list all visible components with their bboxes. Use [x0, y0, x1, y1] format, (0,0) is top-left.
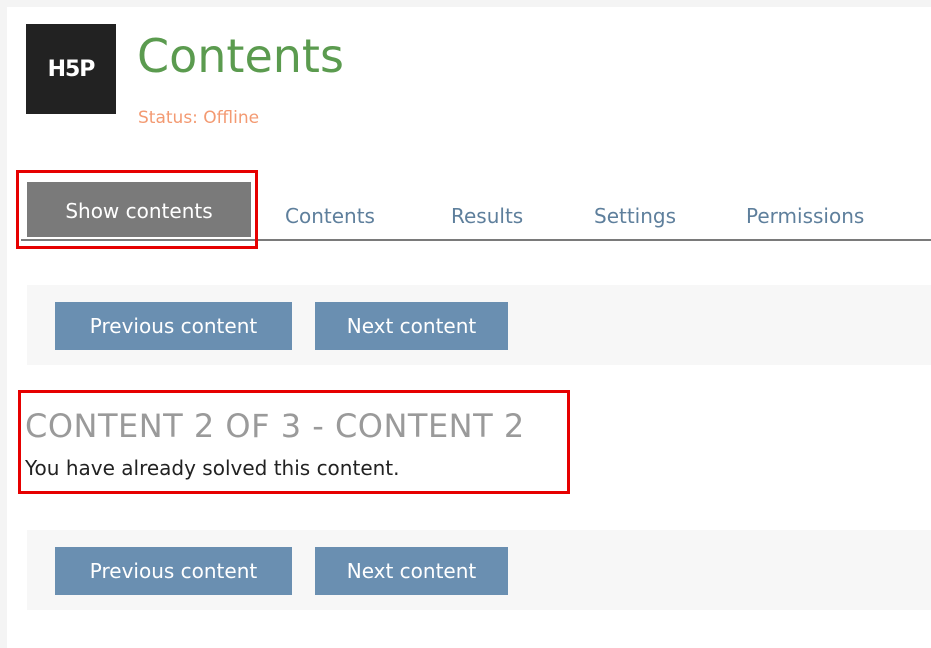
- tab-settings[interactable]: Settings: [594, 196, 676, 236]
- page: H5P Contents Status: Offline Show conten…: [7, 7, 931, 648]
- next-content-button[interactable]: Next content: [315, 302, 508, 350]
- tab-results[interactable]: Results: [451, 196, 523, 236]
- navigation-bar-bottom: Previous content Next content: [27, 530, 931, 610]
- highlight-box-tab: [16, 170, 258, 249]
- tab-contents[interactable]: Contents: [285, 196, 375, 236]
- next-content-button[interactable]: Next content: [315, 547, 508, 595]
- logo-text: H5P: [47, 56, 96, 82]
- h5p-logo: H5P: [26, 24, 116, 114]
- highlight-box-content: [18, 390, 570, 494]
- previous-content-button[interactable]: Previous content: [55, 302, 292, 350]
- previous-content-button[interactable]: Previous content: [55, 547, 292, 595]
- status-text: Status: Offline: [138, 108, 260, 128]
- tab-permissions[interactable]: Permissions: [746, 196, 864, 236]
- page-title: Contents: [137, 29, 344, 83]
- navigation-bar-top: Previous content Next content: [27, 285, 931, 365]
